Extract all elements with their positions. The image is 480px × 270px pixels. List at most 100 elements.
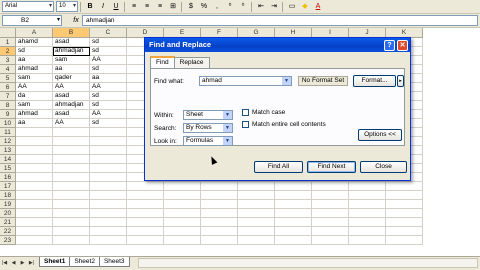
grid-cell[interactable]: [90, 191, 127, 200]
horizontal-scrollbar[interactable]: [137, 258, 478, 268]
grid-cell[interactable]: [16, 200, 53, 209]
match-case-checkbox[interactable]: [242, 109, 249, 116]
grid-cell[interactable]: [386, 218, 423, 227]
grid-cell[interactable]: [127, 209, 164, 218]
grid-cell[interactable]: aa: [16, 119, 53, 128]
grid-cell[interactable]: [312, 218, 349, 227]
grid-cell[interactable]: [53, 200, 90, 209]
row-header[interactable]: 12: [0, 137, 16, 146]
grid-cell[interactable]: ahmad: [16, 110, 53, 119]
row-header[interactable]: 23: [0, 236, 16, 245]
grid-cell[interactable]: [164, 209, 201, 218]
grid-cell[interactable]: [127, 200, 164, 209]
grid-cell[interactable]: sam: [53, 56, 90, 65]
grid-cell[interactable]: [16, 137, 53, 146]
grid-cell[interactable]: aa: [16, 56, 53, 65]
grid-cell[interactable]: [90, 182, 127, 191]
grid-cell[interactable]: [275, 182, 312, 191]
grid-cell[interactable]: AA: [90, 56, 127, 65]
grid-cell[interactable]: sd: [90, 101, 127, 110]
row-header[interactable]: 18: [0, 191, 16, 200]
grid-cell[interactable]: [53, 218, 90, 227]
grid-cell[interactable]: ahmad: [16, 65, 53, 74]
row-header[interactable]: 1: [0, 38, 16, 47]
grid-cell[interactable]: [386, 182, 423, 191]
grid-cell[interactable]: [90, 137, 127, 146]
row-header[interactable]: 21: [0, 218, 16, 227]
grid-cell[interactable]: [164, 227, 201, 236]
lookin-select[interactable]: Formulas ▼: [183, 136, 233, 146]
row-header[interactable]: 22: [0, 227, 16, 236]
grid-cell[interactable]: [386, 200, 423, 209]
grid-cell[interactable]: sd: [16, 47, 53, 56]
grid-cell[interactable]: [238, 209, 275, 218]
first-sheet-icon[interactable]: |◀: [0, 258, 9, 268]
grid-cell[interactable]: [238, 236, 275, 245]
insert-function-icon[interactable]: fx: [70, 17, 82, 24]
tab-sheet3[interactable]: Sheet3: [98, 257, 130, 267]
last-sheet-icon[interactable]: ▶|: [27, 258, 36, 268]
grid-cell[interactable]: [312, 227, 349, 236]
grid-cell[interactable]: asad: [53, 110, 90, 119]
row-header[interactable]: 11: [0, 128, 16, 137]
underline-button[interactable]: U: [110, 1, 122, 12]
row-header[interactable]: 15: [0, 164, 16, 173]
grid-cell[interactable]: [349, 227, 386, 236]
grid-cell[interactable]: [349, 209, 386, 218]
grid-cell[interactable]: [238, 200, 275, 209]
grid-cell[interactable]: [275, 236, 312, 245]
column-header[interactable]: C: [90, 28, 127, 38]
grid-cell[interactable]: [164, 191, 201, 200]
decrease-decimal-icon[interactable]: ⁰: [237, 1, 249, 12]
grid-cell[interactable]: [238, 218, 275, 227]
row-header[interactable]: 13: [0, 146, 16, 155]
row-header[interactable]: 20: [0, 209, 16, 218]
grid-cell[interactable]: [275, 227, 312, 236]
row-header[interactable]: 17: [0, 182, 16, 191]
grid-cell[interactable]: [127, 227, 164, 236]
within-select[interactable]: Sheet ▼: [183, 110, 233, 120]
grid-cell[interactable]: sd: [90, 38, 127, 47]
grid-cell[interactable]: [275, 218, 312, 227]
prev-sheet-icon[interactable]: ◀: [9, 258, 18, 268]
row-header[interactable]: 8: [0, 101, 16, 110]
grid-cell[interactable]: sd: [90, 119, 127, 128]
grid-cell[interactable]: [16, 209, 53, 218]
grid-cell[interactable]: [164, 200, 201, 209]
font-color-icon[interactable]: A: [312, 1, 324, 12]
grid-cell[interactable]: asad: [53, 92, 90, 101]
tab-sheet1[interactable]: Sheet1: [39, 257, 71, 267]
grid-cell[interactable]: [164, 182, 201, 191]
grid-cell[interactable]: [275, 191, 312, 200]
grid-cell[interactable]: [16, 236, 53, 245]
next-sheet-icon[interactable]: ▶: [18, 258, 27, 268]
grid-cell[interactable]: [127, 182, 164, 191]
percent-icon[interactable]: %: [198, 1, 210, 12]
row-header[interactable]: 19: [0, 200, 16, 209]
grid-cell[interactable]: [16, 182, 53, 191]
grid-cell[interactable]: [90, 236, 127, 245]
row-header[interactable]: 4: [0, 65, 16, 74]
grid-cell[interactable]: [127, 218, 164, 227]
select-all-corner[interactable]: [0, 28, 16, 38]
grid-cell[interactable]: ahamd: [16, 38, 53, 47]
search-select[interactable]: By Rows ▼: [183, 123, 233, 133]
help-icon[interactable]: ?: [384, 40, 395, 51]
grid-cell[interactable]: [90, 209, 127, 218]
grid-cell[interactable]: [16, 191, 53, 200]
grid-cell[interactable]: [53, 137, 90, 146]
grid-cell[interactable]: [53, 182, 90, 191]
grid-cell[interactable]: [90, 146, 127, 155]
grid-cell[interactable]: [349, 236, 386, 245]
align-center-icon[interactable]: ≡: [141, 1, 153, 12]
grid-cell[interactable]: AA: [90, 83, 127, 92]
tab-sheet2[interactable]: Sheet2: [69, 257, 100, 267]
close-icon[interactable]: ✕: [397, 40, 408, 51]
grid-cell[interactable]: [386, 191, 423, 200]
grid-cell[interactable]: [349, 200, 386, 209]
font-size-select[interactable]: 10: [56, 1, 78, 12]
grid-cell[interactable]: [127, 191, 164, 200]
format-button[interactable]: Format...: [353, 75, 396, 87]
grid-cell[interactable]: [201, 200, 238, 209]
grid-cell[interactable]: AA: [53, 83, 90, 92]
